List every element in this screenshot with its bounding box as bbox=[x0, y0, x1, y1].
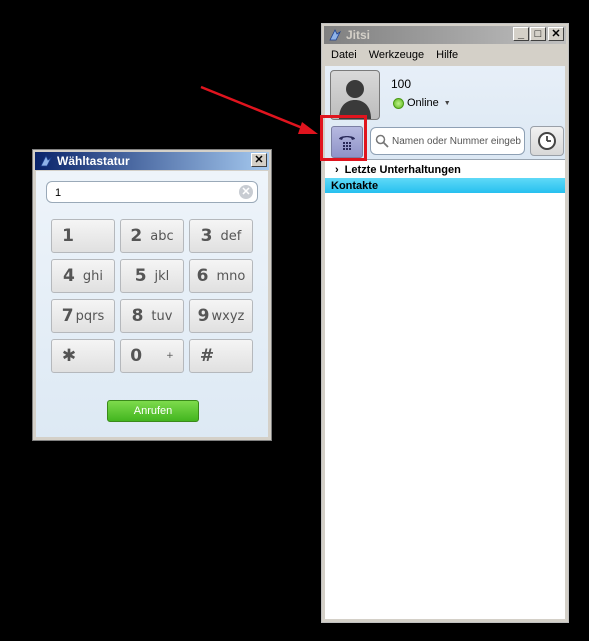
dialpad-body: 1 ✕ 1 2 abc 3 def 4 ghi 5 jkl 6 mno 7 pqrs 8 tu… bbox=[36, 171, 268, 437]
dialpad-title: Wähltastatur bbox=[57, 154, 130, 168]
status-label: Online bbox=[407, 97, 439, 109]
chevron-down-icon: ▼ bbox=[443, 99, 451, 107]
key-star[interactable]: ✱ bbox=[51, 339, 115, 373]
jitsi-main-window: Jitsi _ □ ✕ Datei Werkzeuge Hilfe 100 On… bbox=[321, 23, 569, 623]
key-8[interactable]: 8 tuv bbox=[120, 299, 184, 333]
menu-bar: Datei Werkzeuge Hilfe bbox=[325, 44, 565, 66]
number-input[interactable]: 1 ✕ bbox=[46, 181, 258, 203]
jitsi-app-icon bbox=[39, 154, 53, 168]
key-5[interactable]: 5 jkl bbox=[120, 259, 184, 293]
number-value: 1 bbox=[55, 187, 62, 199]
jitsi-titlebar[interactable]: Jitsi _ □ ✕ bbox=[324, 26, 566, 44]
menu-help[interactable]: Hilfe bbox=[436, 49, 458, 61]
dialpad-window: Wähltastatur ✕ 1 ✕ 1 2 abc 3 def 4 ghi 5 jkl… bbox=[32, 149, 272, 441]
menu-file[interactable]: Datei bbox=[331, 49, 357, 61]
key-0[interactable]: 0 + bbox=[120, 339, 184, 373]
clock-icon bbox=[538, 132, 556, 150]
key-4[interactable]: 4 ghi bbox=[51, 259, 115, 293]
search-placeholder: Namen oder Nummer eingeb bbox=[392, 135, 521, 147]
highlight-box bbox=[320, 115, 367, 161]
online-status-icon bbox=[393, 97, 404, 109]
key-7[interactable]: 7 pqrs bbox=[51, 299, 115, 333]
minimize-icon[interactable]: _ bbox=[513, 27, 529, 41]
search-icon bbox=[375, 134, 389, 148]
chevron-right-icon: › bbox=[335, 163, 339, 176]
status-selector[interactable]: Online ▼ bbox=[393, 97, 451, 109]
jitsi-title: Jitsi bbox=[346, 28, 371, 42]
key-1[interactable]: 1 bbox=[51, 219, 115, 253]
close-icon[interactable]: ✕ bbox=[251, 153, 267, 167]
menu-tools[interactable]: Werkzeuge bbox=[369, 49, 424, 61]
call-button[interactable]: Anrufen bbox=[107, 400, 199, 422]
dialpad-titlebar[interactable]: Wähltastatur ✕ bbox=[35, 152, 269, 170]
maximize-icon[interactable]: □ bbox=[530, 27, 546, 41]
group-recent-conversations[interactable]: › Letzte Unterhaltungen bbox=[325, 162, 565, 177]
key-3[interactable]: 3 def bbox=[189, 219, 253, 253]
key-hash[interactable]: # bbox=[189, 339, 253, 373]
search-input[interactable]: Namen oder Nummer eingeb bbox=[370, 127, 525, 155]
jitsi-app-icon bbox=[328, 28, 342, 42]
contact-list: › Letzte Unterhaltungen Kontakte bbox=[325, 159, 565, 619]
avatar[interactable] bbox=[330, 70, 380, 120]
key-2[interactable]: 2 abc bbox=[120, 219, 184, 253]
account-name: 100 bbox=[391, 77, 412, 91]
close-icon[interactable]: ✕ bbox=[548, 27, 564, 41]
key-9[interactable]: 9 wxyz bbox=[189, 299, 253, 333]
clear-icon[interactable]: ✕ bbox=[239, 185, 253, 199]
key-6[interactable]: 6 mno bbox=[189, 259, 253, 293]
group-contacts[interactable]: Kontakte bbox=[325, 178, 565, 193]
history-button[interactable] bbox=[530, 126, 564, 156]
